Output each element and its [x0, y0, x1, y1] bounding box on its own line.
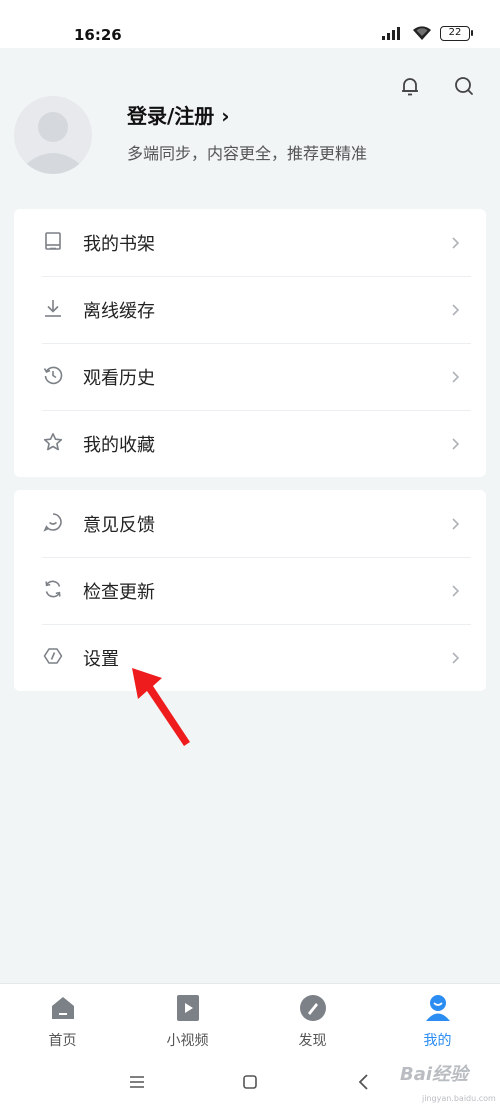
chevron-right-icon: [450, 516, 460, 530]
menu-item-label: 检查更新: [83, 581, 155, 603]
menu-item-label: 我的书架: [83, 233, 155, 255]
home-icon: [49, 994, 77, 1022]
menu-item-label: 意见反馈: [83, 514, 155, 536]
tab-label: 我的: [423, 1033, 452, 1049]
status-icons: 22: [382, 25, 473, 41]
tab-home[interactable]: 首页: [0, 984, 125, 1054]
tab-label: 首页: [48, 1033, 77, 1049]
video-icon: [174, 994, 202, 1022]
battery-indicator: 22: [440, 25, 473, 41]
annotation-arrow-icon: [132, 668, 190, 746]
chevron-right-icon: [450, 583, 460, 597]
tab-discover[interactable]: 发现: [250, 984, 375, 1054]
menu-item-check-update[interactable]: 检查更新: [14, 557, 486, 624]
menu-item-history[interactable]: 观看历史: [14, 343, 486, 410]
chevron-right-icon: [450, 650, 460, 664]
menu-item-offline-cache[interactable]: 离线缓存: [14, 276, 486, 343]
feedback-icon: [43, 512, 63, 532]
avatar[interactable]: [14, 96, 92, 174]
login-register-link[interactable]: 登录/注册 ›: [127, 100, 230, 129]
search-icon[interactable]: [452, 74, 476, 98]
watermark-text: Bai经验: [400, 1064, 469, 1085]
menu-card-primary: 我的书架 离线缓存 观看历史 我的收藏: [14, 209, 486, 477]
bottom-tab-bar: 首页 小视频 发现 我的: [0, 983, 500, 1054]
home-button-icon[interactable]: [240, 1072, 260, 1092]
tab-label: 小视频: [166, 1033, 209, 1049]
menu-card-secondary: 意见反馈 检查更新 设置: [14, 490, 486, 691]
watermark-sub: jingyan.baidu.com: [422, 1094, 496, 1103]
header-actions: [398, 74, 476, 98]
refresh-icon: [43, 579, 63, 599]
menu-item-label: 我的收藏: [83, 434, 155, 456]
menu-item-bookshelf[interactable]: 我的书架: [14, 209, 486, 276]
chevron-right-icon: [450, 235, 460, 249]
status-time: 16:26: [74, 26, 122, 44]
discover-icon: [299, 994, 327, 1022]
book-icon: [43, 231, 63, 251]
login-label: 登录/注册: [127, 104, 215, 128]
download-icon: [43, 298, 63, 318]
signal-icon: [382, 27, 400, 40]
menu-item-favorites[interactable]: 我的收藏: [14, 410, 486, 477]
login-chevron: ›: [221, 104, 230, 128]
menu-icon[interactable]: [127, 1072, 147, 1092]
chevron-right-icon: [450, 302, 460, 316]
watermark: Bai经验 jingyan.baidu.com: [400, 1060, 496, 1104]
back-icon[interactable]: [354, 1072, 374, 1092]
history-icon: [43, 365, 63, 385]
avatar-placeholder-icon: [24, 112, 82, 174]
menu-item-label: 设置: [83, 648, 119, 670]
tab-short-video[interactable]: 小视频: [125, 984, 250, 1054]
star-icon: [43, 432, 63, 452]
profile-section[interactable]: 登录/注册 › 多端同步，内容更全，推荐更精准: [14, 96, 474, 176]
menu-item-feedback[interactable]: 意见反馈: [14, 490, 486, 557]
profile-icon: [424, 994, 452, 1022]
menu-item-settings[interactable]: 设置: [14, 624, 486, 691]
profile-subtitle: 多端同步，内容更全，推荐更精准: [127, 144, 368, 163]
bell-icon[interactable]: [398, 74, 422, 98]
menu-item-label: 观看历史: [83, 367, 155, 389]
chevron-right-icon: [450, 369, 460, 383]
chevron-right-icon: [450, 436, 460, 450]
settings-icon: [43, 646, 63, 666]
menu-item-label: 离线缓存: [83, 300, 155, 322]
wifi-icon: [413, 26, 431, 40]
tab-mine[interactable]: 我的: [375, 984, 500, 1054]
tab-label: 发现: [298, 1033, 327, 1049]
status-bar: 16:26 22: [0, 0, 500, 48]
